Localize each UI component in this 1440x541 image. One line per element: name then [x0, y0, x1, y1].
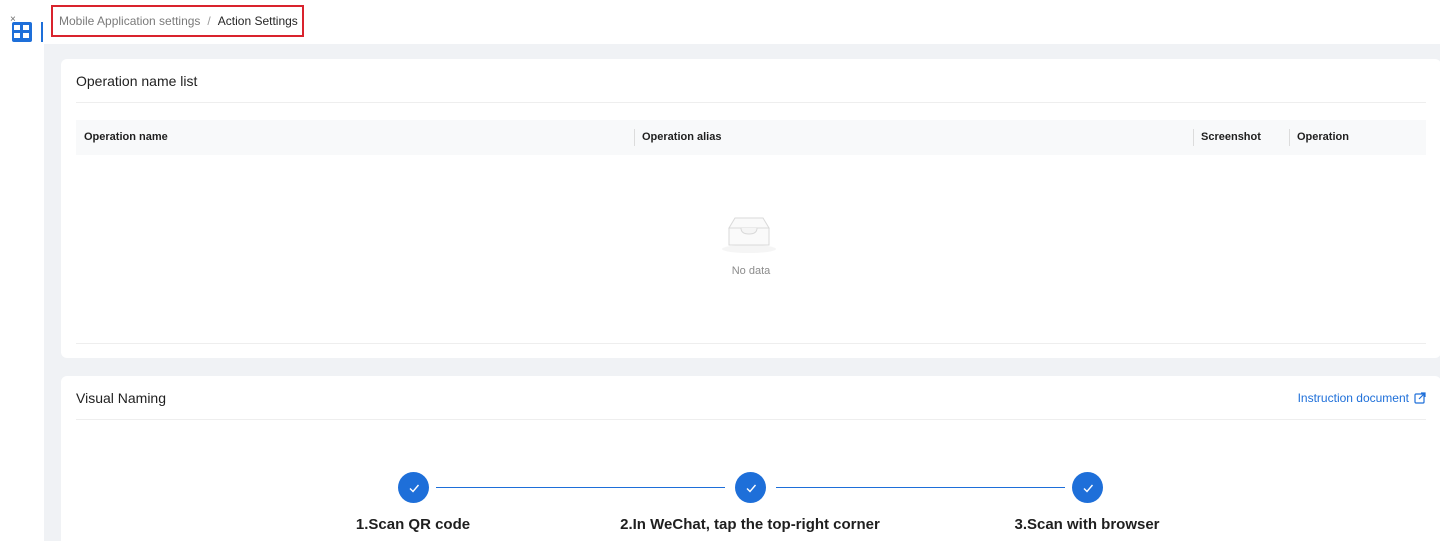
- step-1-label: 1.Scan QR code: [355, 516, 471, 533]
- column-header-operation-name[interactable]: Operation name: [76, 120, 168, 155]
- breadcrumb-parent-link[interactable]: Mobile Application settings: [59, 14, 200, 28]
- operation-list-card: Operation name list Operation name Opera…: [61, 59, 1440, 358]
- check-icon: [409, 484, 419, 493]
- breadcrumb-separator: /: [207, 14, 211, 28]
- table-empty-state: No data: [76, 155, 1426, 343]
- column-header-operation[interactable]: Operation: [1289, 120, 1349, 155]
- logo-divider: [41, 22, 43, 42]
- check-icon: [1083, 484, 1093, 493]
- step-2-label: 2.In WeChat, tap the top-right corner: [620, 516, 880, 533]
- step-3-label: 3.Scan with browser: [1014, 516, 1160, 533]
- operation-list-header: Operation name list: [76, 59, 1426, 103]
- visual-naming-title: Visual Naming: [76, 389, 167, 406]
- logo-cell: [23, 33, 29, 38]
- instruction-document-label: Instruction document: [1297, 390, 1409, 405]
- visual-naming-steps: 1.Scan QR code 2.In WeChat, tap the top-…: [61, 472, 1440, 541]
- step-1-indicator: [398, 472, 429, 503]
- operation-list-title: Operation name list: [76, 72, 198, 89]
- main-content: Operation name list Operation name Opera…: [44, 44, 1440, 541]
- app-grid-logo-icon[interactable]: [12, 22, 32, 42]
- logo-cell: [23, 25, 29, 30]
- step-2-indicator: [735, 472, 766, 503]
- check-icon: [746, 484, 756, 493]
- breadcrumb-current: Action Settings: [217, 14, 298, 28]
- column-header-screenshot[interactable]: Screenshot: [1193, 120, 1261, 155]
- empty-state-text: No data: [731, 265, 771, 277]
- logo-cell: [14, 33, 20, 38]
- top-bar: Mobile Application settings / Action Set…: [44, 0, 1440, 44]
- empty-inbox-icon: [722, 217, 776, 253]
- step-3-indicator: [1072, 472, 1103, 503]
- breadcrumb: Mobile Application settings / Action Set…: [51, 5, 304, 37]
- instruction-document-link[interactable]: Instruction document: [1298, 391, 1426, 405]
- visual-naming-card: Visual Naming Instruction document 1.Sca…: [61, 376, 1440, 541]
- table-header: Operation name Operation alias Screensho…: [76, 120, 1426, 155]
- logo-cell: [14, 25, 20, 30]
- operation-table: Operation name Operation alias Screensho…: [76, 120, 1426, 344]
- step-connector: [436, 487, 725, 488]
- visual-naming-header: Visual Naming Instruction document: [76, 376, 1426, 420]
- column-header-operation-alias[interactable]: Operation alias: [634, 120, 721, 155]
- step-connector: [776, 487, 1065, 488]
- left-app-bar: ×: [0, 0, 44, 541]
- external-link-icon: [1414, 391, 1426, 404]
